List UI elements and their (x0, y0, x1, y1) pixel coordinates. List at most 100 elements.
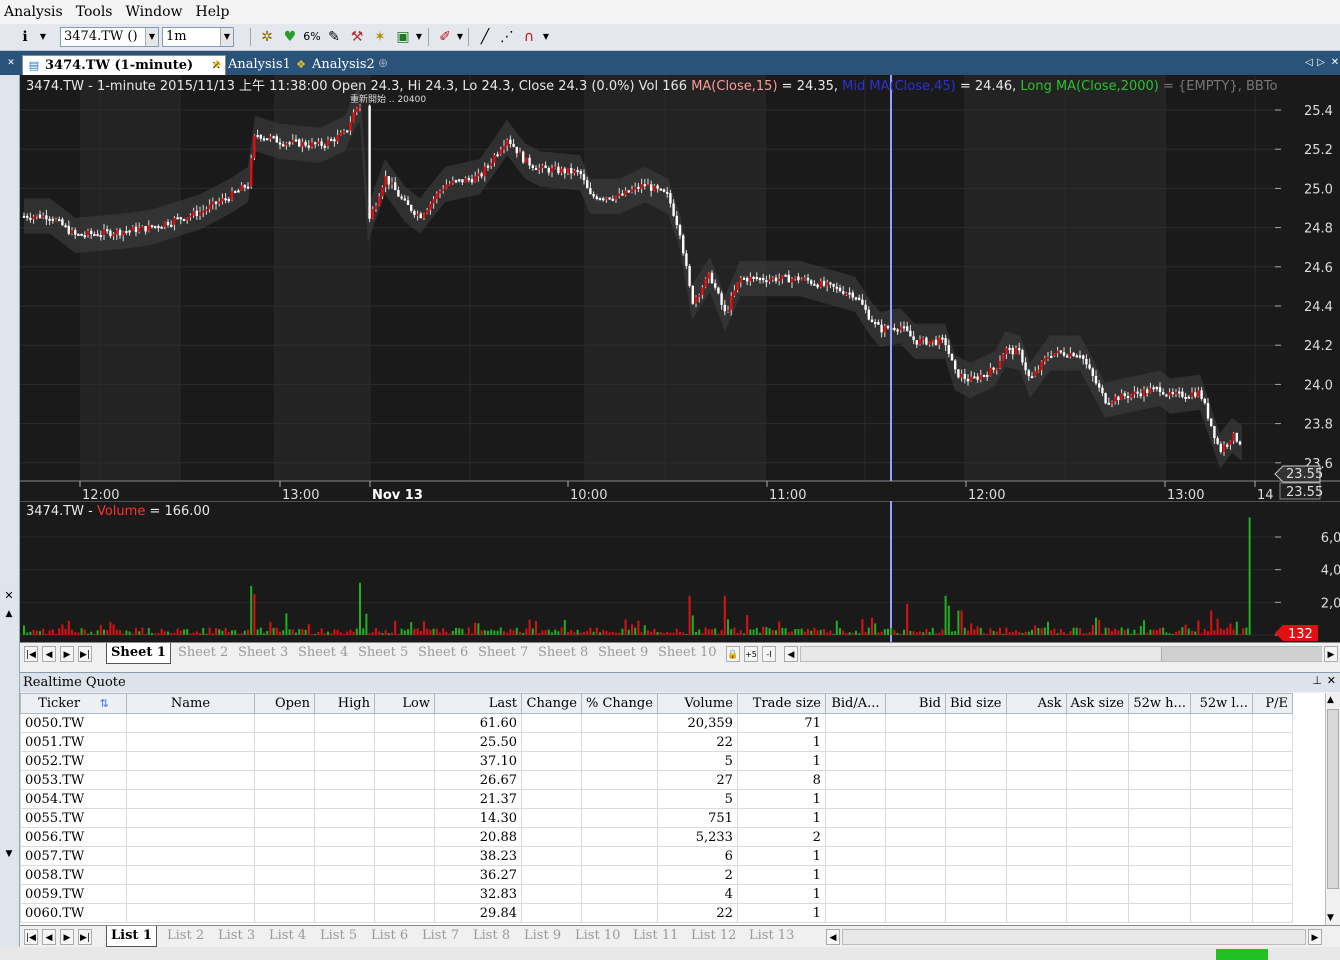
table-row[interactable]: 0055.TW 14.30 751 1 (20, 808, 1293, 828)
close-icon[interactable]: ✕ (0, 587, 18, 605)
sheet-tab[interactable]: Sheet 5 (354, 643, 412, 663)
menu-analysis[interactable]: Analysis (0, 4, 72, 20)
table-row[interactable]: 0054.TW 21.37 5 1 (20, 789, 1293, 809)
chevron-down-icon[interactable]: ▼ (145, 28, 158, 46)
last-sheet-icon[interactable]: ▶| (78, 646, 92, 662)
gear-tool-icon[interactable]: ✲ (258, 28, 276, 46)
column-header[interactable]: Change (521, 693, 582, 714)
list-tab[interactable]: List 8 (469, 926, 514, 946)
sheet-tab[interactable]: Sheet 8 (534, 643, 592, 663)
hammer-icon[interactable]: ⚒ (348, 28, 366, 46)
pen-color-icon[interactable]: ✐ (436, 28, 454, 46)
list-tab[interactable]: List 4 (265, 926, 310, 946)
column-header[interactable]: Bid/A... (824, 693, 886, 714)
indicator-icon[interactable]: ♥ (281, 28, 299, 46)
column-header[interactable]: 52w h... (1127, 693, 1191, 714)
sort-icon[interactable]: ⇅ (96, 697, 109, 710)
sheet-tab[interactable]: Sheet 2 (174, 643, 232, 663)
remove-sheet-icon[interactable]: -I (762, 646, 776, 662)
scrollbar-thumb[interactable] (1327, 709, 1339, 889)
menu-tools[interactable]: Tools (72, 4, 122, 20)
toolbar-dropdown-icon[interactable]: ▼ (455, 28, 465, 46)
table-row[interactable]: 0060.TW 29.84 22 1 (20, 903, 1293, 923)
percent-tool-icon[interactable]: 6% (303, 28, 321, 46)
column-header[interactable]: Name (126, 693, 255, 714)
line-tool-icon[interactable]: ╱ (476, 28, 494, 46)
scroll-left-icon[interactable]: ◀ (826, 929, 840, 945)
draw-tool-icon[interactable]: ✎ (325, 28, 343, 46)
column-header[interactable]: Volume (656, 693, 738, 714)
vertical-scrollbar[interactable]: ▲ ▼ (1325, 693, 1340, 925)
price-chart[interactable]: 25.425.225.024.824.624.424.224.023.823.6… (20, 75, 1340, 501)
list-tab[interactable]: List 9 (520, 926, 565, 946)
list-tab[interactable]: List 3 (214, 926, 259, 946)
scroll-right-icon[interactable]: ▶ (1308, 929, 1322, 945)
list-tab[interactable]: List 10 (571, 926, 624, 946)
close-icon[interactable]: ✕ (1326, 54, 1340, 72)
column-header[interactable]: % Change (581, 693, 658, 714)
wand-icon[interactable]: ✶ (371, 28, 389, 46)
magnet-icon[interactable]: ∩ (520, 28, 538, 46)
first-list-icon[interactable]: |◀ (24, 929, 38, 945)
scroll-up-icon[interactable]: ▲ (1327, 695, 1334, 705)
toolbar-dropdown-icon[interactable]: ▼ (541, 28, 551, 46)
new-tab-icon[interactable]: ⊕ (374, 54, 392, 72)
last-list-icon[interactable]: ▶| (78, 929, 92, 945)
horizontal-scrollbar[interactable] (842, 929, 1306, 945)
lock-icon[interactable]: 🔒 (726, 646, 740, 662)
scroll-down-icon[interactable]: ▼ (1327, 913, 1334, 923)
column-header[interactable]: Open (254, 693, 315, 714)
list-tab[interactable]: List 7 (418, 926, 463, 946)
table-row[interactable]: 0056.TW 20.88 5,233 2 (20, 827, 1293, 847)
interval-combo[interactable]: 1m ▼ (162, 27, 234, 47)
sheet-tab[interactable]: Sheet 10 (654, 643, 721, 663)
sheet-tab[interactable]: Sheet 9 (594, 643, 652, 663)
first-sheet-icon[interactable]: |◀ (24, 646, 38, 662)
table-row[interactable]: 0058.TW 36.27 2 1 (20, 865, 1293, 885)
column-header[interactable]: Ticker ⇅ (20, 693, 127, 714)
column-header[interactable]: Last (434, 693, 522, 714)
table-row[interactable]: 0052.TW 37.10 5 1 (20, 751, 1293, 771)
add-sheet-icon[interactable]: +5 (744, 646, 758, 662)
scrollbar-thumb[interactable] (1161, 647, 1322, 661)
list-tab[interactable]: List 13 (745, 926, 798, 946)
menu-window[interactable]: Window (122, 4, 192, 20)
sheet-tab[interactable]: Sheet 7 (474, 643, 532, 663)
chevron-down-icon[interactable]: ▼ (220, 28, 233, 46)
column-header[interactable]: Ask (1005, 693, 1067, 714)
sheet-tab[interactable]: Sheet 4 (294, 643, 352, 663)
table-row[interactable]: 0053.TW 26.67 27 8 (20, 770, 1293, 790)
pin-icon[interactable]: ⊥ (1312, 674, 1322, 687)
scroll-down-icon[interactable]: ▼ (0, 845, 18, 863)
column-header[interactable]: Ask size (1065, 693, 1129, 714)
column-header[interactable]: 52w l... (1189, 693, 1253, 714)
list-tab[interactable]: List 5 (316, 926, 361, 946)
export-icon[interactable]: ▣ (394, 28, 412, 46)
next-sheet-icon[interactable]: ▶ (60, 646, 74, 662)
list-tab[interactable]: List 2 (163, 926, 208, 946)
tab-chart-3474[interactable]: ▤ 3474.TW (1-minute) ✕ (22, 55, 226, 76)
menu-help[interactable]: Help (192, 4, 239, 20)
toolbar-dropdown-icon[interactable]: ▼ (414, 28, 424, 46)
list-tab[interactable]: List 11 (629, 926, 682, 946)
column-header[interactable]: High (314, 693, 375, 714)
scroll-left-icon[interactable]: ◀ (784, 646, 798, 662)
table-row[interactable]: 0051.TW 25.50 22 1 (20, 732, 1293, 752)
close-icon[interactable]: ✕ (2, 54, 20, 72)
list-tab[interactable]: List 6 (367, 926, 412, 946)
table-row[interactable]: 0050.TW 61.60 20,359 71 (20, 713, 1293, 733)
next-list-icon[interactable]: ▶ (60, 929, 74, 945)
sheet-tab[interactable]: Sheet 6 (414, 643, 472, 663)
table-row[interactable]: 0059.TW 32.83 4 1 (20, 884, 1293, 904)
scroll-up-icon[interactable]: ▲ (0, 605, 18, 623)
column-header[interactable]: Low (374, 693, 435, 714)
scroll-right-icon[interactable]: ▶ (1324, 646, 1338, 662)
close-icon[interactable]: ✕ (1327, 674, 1336, 687)
sheet-tab[interactable]: Sheet 1 (106, 643, 171, 664)
column-header[interactable]: Trade size (736, 693, 826, 714)
column-header[interactable]: Bid (884, 693, 946, 714)
column-header[interactable]: P/E (1251, 693, 1293, 714)
sheet-tab[interactable]: Sheet 3 (234, 643, 292, 663)
table-row[interactable]: 0057.TW 38.23 6 1 (20, 846, 1293, 866)
symbol-combo[interactable]: 3474.TW () ▼ (60, 27, 159, 47)
